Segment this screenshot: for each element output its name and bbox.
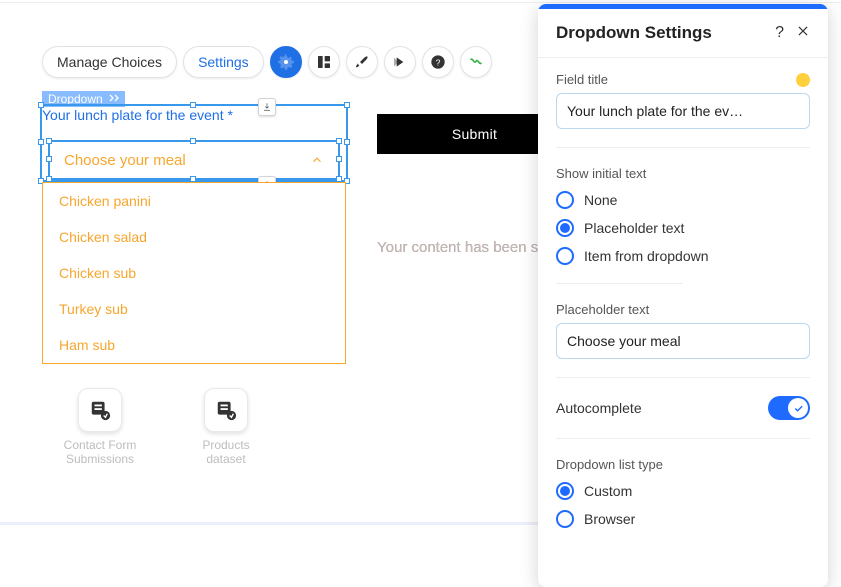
design-icon[interactable] — [270, 46, 302, 78]
dataset-label: Submissions — [50, 452, 150, 466]
show-initial-label: Show initial text — [556, 166, 646, 181]
list-type-label: Dropdown list type — [556, 457, 663, 472]
dropdown-settings-panel: Dropdown Settings ? Field title Your lun… — [538, 4, 828, 587]
autocomplete-label: Autocomplete — [556, 400, 642, 416]
dataset-label: dataset — [176, 452, 276, 466]
dropdown-input[interactable]: Choose your meal — [48, 140, 340, 180]
dropdown-option[interactable]: Ham sub — [43, 327, 345, 363]
element-toolbar: Manage Choices Settings ? — [42, 46, 492, 78]
submit-label: Submit — [452, 126, 497, 142]
dataset-products[interactable]: Products dataset — [176, 388, 276, 466]
layout-icon[interactable] — [308, 46, 340, 78]
dataset-label: Products — [176, 438, 276, 452]
info-icon[interactable] — [796, 73, 810, 87]
manage-choices-label: Manage Choices — [57, 54, 162, 70]
dataset-contact-form[interactable]: Contact Form Submissions — [50, 388, 150, 466]
field-title-input[interactable]: Your lunch plate for the ev… — [556, 93, 810, 129]
radio-item[interactable] — [556, 247, 574, 265]
radio-browser-label: Browser — [584, 511, 635, 527]
radio-browser[interactable] — [556, 510, 574, 528]
resize-download-icon[interactable] — [258, 98, 276, 116]
field-title-label: Field title — [556, 72, 608, 87]
placeholder-text-value: Choose your meal — [567, 333, 681, 349]
placeholder-text-label: Placeholder text — [556, 302, 649, 317]
dropdown-option[interactable]: Turkey sub — [43, 291, 345, 327]
placeholder-text-input[interactable]: Choose your meal — [556, 323, 810, 359]
animation-icon[interactable] — [384, 46, 416, 78]
panel-help-icon[interactable]: ? — [775, 24, 784, 42]
manage-choices-button[interactable]: Manage Choices — [42, 46, 177, 78]
radio-none[interactable] — [556, 191, 574, 209]
dropdown-option[interactable]: Chicken salad — [43, 219, 345, 255]
settings-button[interactable]: Settings — [183, 46, 264, 78]
svg-text:?: ? — [435, 57, 440, 67]
radio-none-label: None — [584, 192, 617, 208]
dataset-label: Contact Form — [50, 438, 150, 452]
chevron-up-icon — [310, 153, 324, 167]
dropdown-placeholder: Choose your meal — [64, 152, 186, 169]
autocomplete-toggle[interactable] — [768, 396, 810, 420]
dev-icon[interactable] — [460, 46, 492, 78]
dataset-icon — [204, 388, 248, 432]
radio-item-label: Item from dropdown — [584, 248, 709, 264]
panel-close-icon[interactable] — [796, 24, 810, 43]
dropdown-option[interactable]: Chicken panini — [43, 183, 345, 219]
panel-title: Dropdown Settings — [556, 23, 712, 43]
radio-custom-label: Custom — [584, 483, 632, 499]
brush-icon[interactable] — [346, 46, 378, 78]
dropdown-option[interactable]: Chicken sub — [43, 255, 345, 291]
radio-custom[interactable] — [556, 482, 574, 500]
dropdown-list: Chicken panini Chicken salad Chicken sub… — [42, 182, 346, 364]
dataset-icon — [78, 388, 122, 432]
section-divider — [0, 522, 541, 525]
radio-placeholder[interactable] — [556, 219, 574, 237]
settings-label: Settings — [198, 54, 249, 70]
help-icon[interactable]: ? — [422, 46, 454, 78]
field-title-value: Your lunch plate for the ev… — [567, 103, 743, 119]
radio-placeholder-label: Placeholder text — [584, 220, 684, 236]
